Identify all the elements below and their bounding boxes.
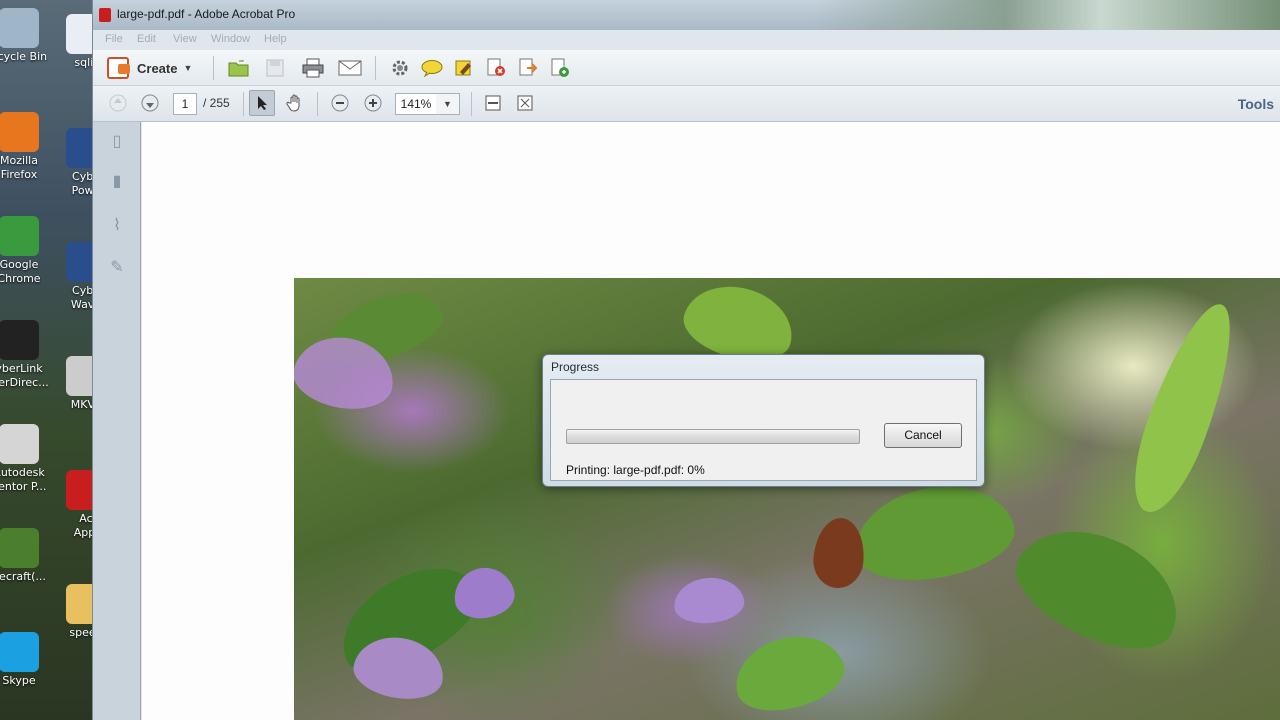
progress-status-text: Printing: large-pdf.pdf: 0% [566, 463, 705, 477]
desktop: ecycle Bin Mozilla Firefox Google Chrome yb… [0, 0, 96, 720]
menu-edit[interactable]: Edit [137, 33, 156, 45]
hand-tool-icon[interactable] [282, 90, 308, 116]
print-icon[interactable] [300, 55, 326, 81]
autodesk-icon [0, 424, 39, 464]
delete-pages-icon[interactable] [483, 55, 509, 81]
next-page-icon[interactable] [137, 90, 163, 116]
desktop-shortcut[interactable]: Cybe Wave [56, 242, 96, 312]
desktop-shortcut[interactable]: Cybe Powe [56, 128, 96, 198]
cyberlink-icon [0, 320, 39, 360]
window-title: large-pdf.pdf - Adobe Acrobat Pro [117, 7, 296, 21]
navigation-pane: ▯ ▮ ⌇ ✎ [93, 122, 141, 720]
open-folder-icon[interactable] [226, 55, 252, 81]
page-number-input[interactable]: 1 [173, 93, 197, 115]
menu-help[interactable]: Help [264, 33, 287, 45]
signature-icon[interactable]: ✎ [107, 258, 127, 278]
chrome-icon [0, 216, 39, 256]
dialog-title: Progress [551, 360, 600, 374]
desktop-shortcut-label: ecycle Bin [0, 50, 48, 63]
chevron-down-icon: ▼ [183, 63, 193, 73]
recycle-bin-icon [0, 8, 39, 48]
cancel-button[interactable]: Cancel [884, 423, 962, 448]
desktop-shortcut[interactable]: yberLink werDirec... [0, 320, 64, 390]
bookmark-icon[interactable]: ▮ [107, 172, 127, 192]
create-button[interactable]: Create ▼ [107, 55, 192, 81]
title-bar[interactable]: large-pdf.pdf - Adobe Acrobat Pro [93, 0, 1280, 30]
acrobat-window: large-pdf.pdf - Adobe Acrobat Pro File E… [92, 0, 1280, 720]
desktop-shortcut-label: Autodesk ventor P... [0, 466, 47, 493]
desktop-shortcut[interactable]: Skype [0, 632, 64, 688]
desktop-shortcut[interactable]: ecycle Bin [0, 8, 64, 64]
create-pdf-icon [107, 57, 130, 79]
print-progress-bar [566, 429, 860, 444]
email-icon[interactable] [337, 55, 363, 81]
zoom-out-icon[interactable] [327, 90, 353, 116]
tools-pane-button[interactable]: Tools [1238, 96, 1274, 112]
zoom-dropdown[interactable]: ▼ [436, 93, 460, 115]
highlight-icon[interactable] [451, 55, 477, 81]
full-screen-icon[interactable] [512, 90, 538, 116]
previous-page-icon[interactable] [105, 90, 131, 116]
progress-dialog: Progress Cancel Printing: large-pdf.pdf:… [542, 354, 985, 487]
zoom-in-icon[interactable] [360, 90, 386, 116]
firefox-icon [0, 112, 39, 152]
desktop-shortcut-label: Skype [2, 674, 36, 687]
page-image [294, 278, 1280, 720]
desktop-shortcut-label: necraft(... [0, 570, 46, 583]
minecraft-icon [0, 528, 39, 568]
desktop-shortcut-label: yberLink werDirec... [0, 362, 49, 389]
desktop-shortcut[interactable]: MKVF [56, 356, 96, 412]
desktop-shortcut[interactable]: necraft(... [0, 528, 64, 584]
desktop-shortcut[interactable]: Autodesk ventor P... [0, 424, 64, 494]
menu-window[interactable]: Window [211, 33, 250, 45]
gear-icon[interactable] [387, 55, 413, 81]
acrobat-icon [99, 8, 111, 22]
comment-icon[interactable] [419, 55, 445, 81]
export-icon[interactable] [515, 55, 541, 81]
desktop-shortcut-label: Mozilla Firefox [0, 154, 38, 181]
fit-page-icon[interactable] [480, 90, 506, 116]
save-icon[interactable] [262, 55, 288, 81]
chevron-down-icon: ▼ [443, 99, 452, 109]
attachment-icon[interactable]: ⌇ [107, 216, 127, 236]
page-thumbnails-icon[interactable]: ▯ [107, 132, 127, 152]
desktop-shortcut[interactable]: Ac Appl [56, 470, 96, 540]
page-total: / 255 [203, 96, 230, 110]
menu-file[interactable]: File [105, 33, 123, 45]
desktop-shortcut-label: Google Chrome [0, 258, 41, 285]
desktop-shortcut[interactable]: speed [56, 584, 96, 640]
skype-icon [0, 632, 39, 672]
share-icon[interactable] [547, 55, 573, 81]
menu-view[interactable]: View [173, 33, 197, 45]
desktop-shortcut[interactable]: Google Chrome [0, 216, 64, 286]
select-tool-icon[interactable] [249, 90, 275, 116]
desktop-shortcut[interactable]: Mozilla Firefox [0, 112, 64, 182]
desktop-shortcut[interactable]: sqlit [56, 14, 96, 70]
zoom-level-input[interactable]: 141% [395, 93, 437, 115]
create-label: Create [137, 60, 178, 76]
menu-bar: File Edit View Window Help [93, 30, 1280, 50]
